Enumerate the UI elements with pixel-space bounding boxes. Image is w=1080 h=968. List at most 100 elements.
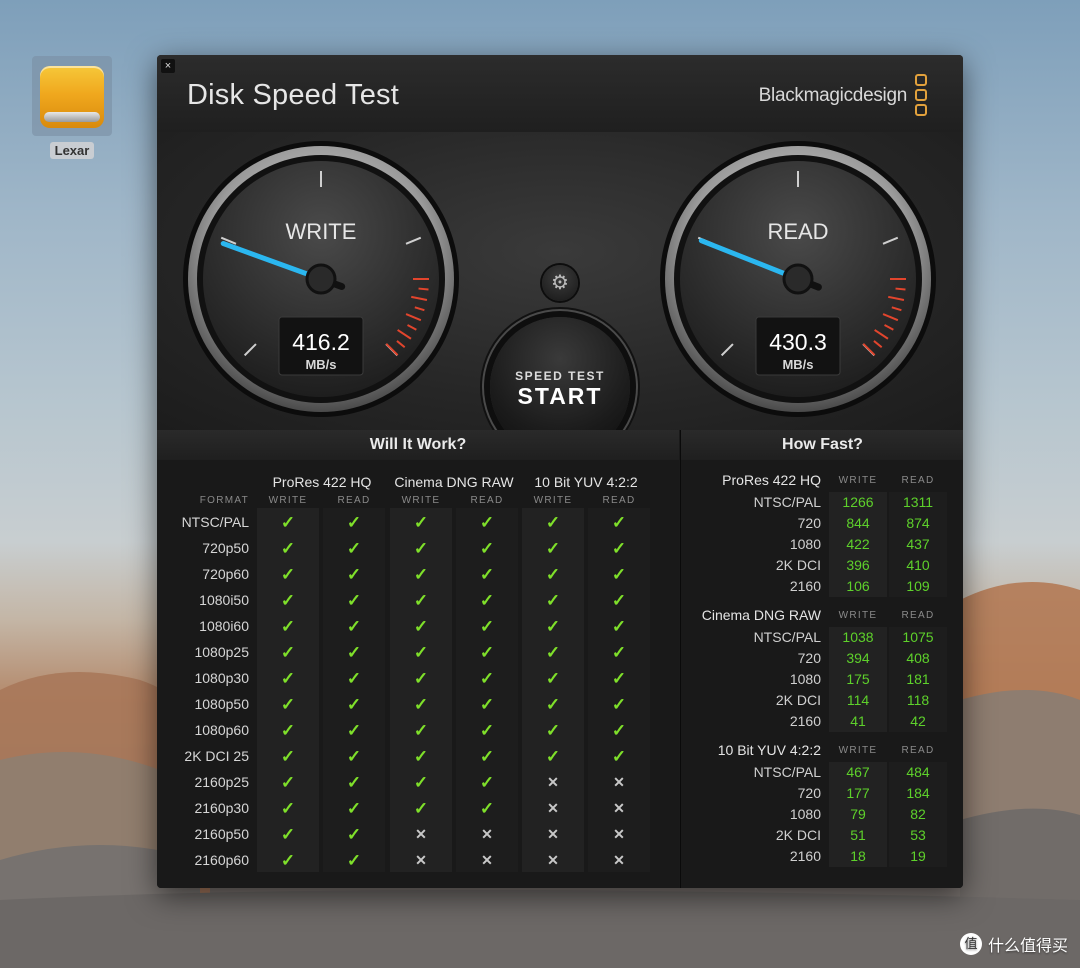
write-column-header: WRITE	[838, 610, 878, 621]
format-label: 1080p25	[194, 644, 249, 660]
check-icon: ✓	[479, 669, 495, 688]
codec-header: ProRes 422 HQ	[272, 474, 372, 490]
read-speed-value: 184	[889, 783, 947, 804]
cross-icon: ✕	[415, 826, 427, 842]
how-fast-panel: How Fast? ProRes 422 HQ WRITE READ NTSC/PAL…	[680, 430, 963, 888]
write-speed-value: 106	[829, 576, 887, 597]
check-icon: ✓	[479, 565, 495, 584]
watermark-badge-icon: 值	[959, 933, 982, 955]
write-speed-value: 18	[829, 846, 887, 867]
how-fast-group-title: Cinema DNG RAW	[701, 607, 821, 623]
cross-icon: ✕	[547, 800, 559, 816]
start-button-caption: SPEED TEST	[515, 369, 605, 383]
close-button[interactable]: ×	[161, 59, 175, 73]
check-icon: ✓	[346, 825, 362, 844]
check-icon: ✓	[346, 799, 362, 818]
cross-icon: ✕	[613, 826, 625, 842]
how-fast-format-label: 2160	[789, 578, 821, 594]
desktop-drive-icon[interactable]: Lexar	[30, 56, 114, 160]
check-icon: ✓	[413, 617, 429, 636]
check-icon: ✓	[346, 851, 362, 870]
cross-icon: ✕	[613, 774, 625, 790]
check-icon: ✓	[545, 513, 561, 532]
check-icon: ✓	[611, 513, 627, 532]
write-speed-value: 844	[829, 513, 887, 534]
check-icon: ✓	[346, 747, 362, 766]
format-label: NTSC/PAL	[181, 514, 249, 530]
how-fast-group-title: 10 Bit YUV 4:2:2	[717, 742, 821, 758]
read-speed-value: 181	[889, 669, 947, 690]
check-icon: ✓	[479, 799, 495, 818]
format-label: 2160p30	[194, 800, 249, 816]
disk-speed-test-window: Disk Speed Test Blackmagicdesign × WRITE…	[157, 55, 963, 888]
read-gauge-label: READ	[767, 219, 828, 244]
gear-icon: ⚙	[551, 272, 569, 294]
read-speed-value: 430.3	[769, 329, 827, 355]
cross-icon: ✕	[481, 826, 493, 842]
how-fast-format-label: 2K DCI	[775, 692, 821, 708]
read-speed-value: 109	[889, 576, 947, 597]
write-speed-value: 1038	[829, 627, 887, 648]
how-fast-format-label: 720	[797, 785, 821, 801]
check-icon: ✓	[545, 721, 561, 740]
check-icon: ✓	[280, 513, 296, 532]
read-speed-value: 118	[889, 690, 947, 711]
read-column-header: READ	[337, 495, 371, 506]
cross-icon: ✕	[547, 852, 559, 868]
check-icon: ✓	[611, 747, 627, 766]
check-icon: ✓	[611, 643, 627, 662]
check-icon: ✓	[479, 721, 495, 740]
check-icon: ✓	[346, 773, 362, 792]
check-icon: ✓	[346, 591, 362, 610]
check-icon: ✓	[280, 565, 296, 584]
check-icon: ✓	[611, 669, 627, 688]
cross-icon: ✕	[613, 852, 625, 868]
check-icon: ✓	[413, 747, 429, 766]
check-icon: ✓	[280, 851, 296, 870]
write-speed-value: 394	[829, 648, 887, 669]
how-fast-format-label: NTSC/PAL	[753, 494, 821, 510]
brand-logo-icon	[915, 74, 927, 119]
format-label: 720p50	[202, 540, 249, 556]
read-column-header: READ	[901, 610, 935, 621]
check-icon: ✓	[545, 539, 561, 558]
check-icon: ✓	[413, 513, 429, 532]
how-fast-format-label: 2K DCI	[775, 827, 821, 843]
write-speed-value: 422	[829, 534, 887, 555]
check-icon: ✓	[545, 747, 561, 766]
check-icon: ✓	[413, 773, 429, 792]
read-column-header: READ	[901, 475, 935, 486]
write-speed-value: 175	[829, 669, 887, 690]
check-icon: ✓	[346, 617, 362, 636]
check-icon: ✓	[413, 591, 429, 610]
read-speed-value: 19	[889, 846, 947, 867]
cross-icon: ✕	[547, 774, 559, 790]
read-speed-value: 410	[889, 555, 947, 576]
cross-icon: ✕	[547, 826, 559, 842]
write-column-header: WRITE	[401, 495, 441, 506]
check-icon: ✓	[479, 773, 495, 792]
check-icon: ✓	[479, 747, 495, 766]
how-fast-format-label: 2160	[789, 713, 821, 729]
read-column-header: READ	[602, 495, 636, 506]
check-icon: ✓	[280, 721, 296, 740]
check-icon: ✓	[346, 565, 362, 584]
check-icon: ✓	[413, 799, 429, 818]
start-button-label: START	[517, 383, 603, 409]
check-icon: ✓	[280, 825, 296, 844]
check-icon: ✓	[280, 799, 296, 818]
check-icon: ✓	[280, 773, 296, 792]
format-label: 1080i60	[199, 618, 249, 634]
format-label: 1080p60	[194, 722, 249, 738]
check-icon: ✓	[346, 695, 362, 714]
format-label: 720p60	[202, 566, 249, 582]
read-speed-value: 82	[889, 804, 947, 825]
format-label: 2160p50	[194, 826, 249, 842]
check-icon: ✓	[346, 721, 362, 740]
settings-button[interactable]: ⚙	[542, 265, 578, 301]
how-fast-format-label: 720	[797, 650, 821, 666]
check-icon: ✓	[479, 643, 495, 662]
gauge-panel: WRITE 416.2 MB/s READ 430.3 MB/s ⚙ SPEED TEST…	[157, 132, 963, 457]
check-icon: ✓	[346, 669, 362, 688]
external-drive-icon	[32, 56, 112, 136]
